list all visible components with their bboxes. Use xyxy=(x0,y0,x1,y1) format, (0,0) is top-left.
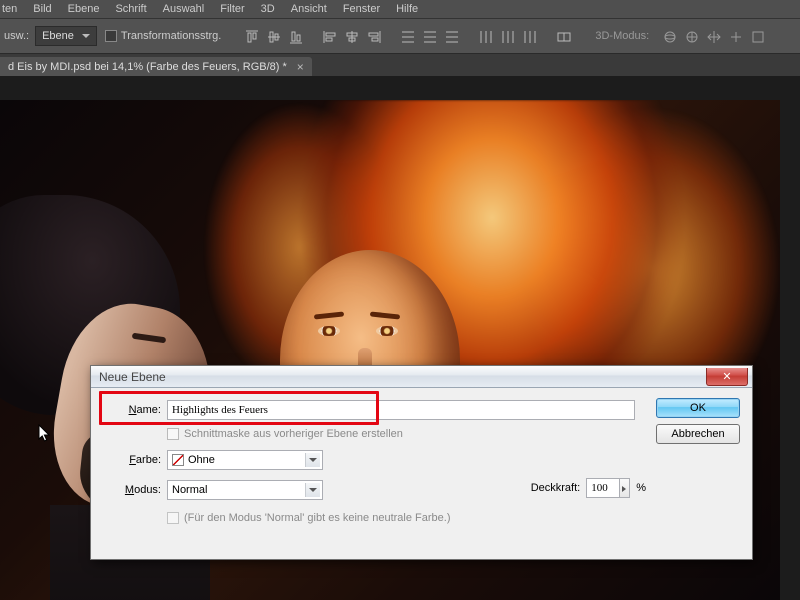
align-group-1 xyxy=(241,26,305,46)
mouse-cursor-icon xyxy=(38,424,52,444)
align-left-icon[interactable] xyxy=(319,26,339,46)
auto-select-dropdown[interactable]: Ebene xyxy=(35,26,97,46)
auto-align-group xyxy=(553,26,573,46)
align-bottom-icon[interactable] xyxy=(285,26,305,46)
distribute-bottom-icon[interactable] xyxy=(441,26,461,46)
photoshop-app: ten Bild Ebene Schrift Auswahl Filter 3D… xyxy=(0,0,800,600)
opacity-flyout-button[interactable] xyxy=(619,478,630,498)
menu-item[interactable]: Auswahl xyxy=(163,3,205,15)
opacity-unit: % xyxy=(636,482,646,494)
options-label: usw.: xyxy=(4,30,29,42)
mode-label: Modus: xyxy=(101,484,161,496)
dropdown-arrow-icon xyxy=(305,483,320,497)
menu-item[interactable]: Filter xyxy=(220,3,244,15)
clipmask-checkbox[interactable] xyxy=(167,428,179,440)
color-value: Ohne xyxy=(188,454,215,466)
distribute-top-icon[interactable] xyxy=(397,26,417,46)
dropdown-arrow-icon xyxy=(305,453,320,467)
name-label: Name: xyxy=(101,404,161,416)
align-top-icon[interactable] xyxy=(241,26,261,46)
menu-item[interactable]: Ebene xyxy=(68,3,100,15)
dialog-body: OK Abbrechen Name: Schnittmaske aus vorh… xyxy=(91,388,752,532)
distribute-group-2 xyxy=(475,26,539,46)
distribute-vcenter-icon[interactable] xyxy=(419,26,439,46)
orbit-icon[interactable] xyxy=(659,26,679,46)
menu-item[interactable]: Ansicht xyxy=(291,3,327,15)
mode3d-group xyxy=(659,26,767,46)
menu-bar: ten Bild Ebene Schrift Auswahl Filter 3D… xyxy=(0,0,800,18)
transform-controls-label: Transformationsstrg. xyxy=(121,30,221,42)
menu-item[interactable]: 3D xyxy=(261,3,275,15)
blendmode-value: Normal xyxy=(172,484,207,496)
opacity-input[interactable] xyxy=(586,478,620,498)
blendmode-dropdown[interactable]: Normal xyxy=(167,480,323,500)
document-tab-title: d Eis by MDI.psd bei 14,1% (Farbe des Fe… xyxy=(8,61,287,73)
dialog-titlebar[interactable]: Neue Ebene ✕ xyxy=(91,366,752,388)
layer-name-input[interactable] xyxy=(167,400,635,420)
options-bar: usw.: Ebene Transformationsstrg. 3D-Modu… xyxy=(0,18,800,54)
dialog-button-column: OK Abbrechen xyxy=(656,398,740,444)
opacity-row: Deckkraft: % xyxy=(531,478,646,498)
close-tab-icon[interactable]: × xyxy=(297,61,304,73)
distribute-group-1 xyxy=(397,26,461,46)
pan-icon[interactable] xyxy=(703,26,723,46)
distribute-hcenter-icon[interactable] xyxy=(497,26,517,46)
color-dropdown[interactable]: Ohne xyxy=(167,450,323,470)
align-vcenter-icon[interactable] xyxy=(263,26,283,46)
cancel-button[interactable]: Abbrechen xyxy=(656,424,740,444)
color-row: Farbe: Ohne xyxy=(101,450,742,470)
dialog-title: Neue Ebene xyxy=(99,370,166,384)
mode3d-label: 3D-Modus: xyxy=(595,30,649,42)
document-tab-bar: d Eis by MDI.psd bei 14,1% (Farbe des Fe… xyxy=(0,54,800,76)
dialog-close-button[interactable]: ✕ xyxy=(706,368,748,386)
transform-controls-checkbox[interactable] xyxy=(105,30,117,42)
clipmask-label: Schnittmaske aus vorheriger Ebene erstel… xyxy=(184,428,403,440)
distribute-right-icon[interactable] xyxy=(519,26,539,46)
new-layer-dialog: Neue Ebene ✕ OK Abbrechen Name: Schnittm… xyxy=(90,365,753,560)
scale-icon[interactable] xyxy=(747,26,767,46)
color-label: Farbe: xyxy=(101,454,161,466)
menu-item[interactable]: Fenster xyxy=(343,3,380,15)
neutral-row: (Für den Modus 'Normal' gibt es keine ne… xyxy=(167,512,742,524)
close-icon: ✕ xyxy=(722,370,731,383)
name-row: Name: xyxy=(101,400,742,420)
neutral-checkbox xyxy=(167,512,179,524)
align-right-icon[interactable] xyxy=(363,26,383,46)
menu-item[interactable]: ten xyxy=(2,3,17,15)
menu-item[interactable]: Schrift xyxy=(115,3,146,15)
menu-item[interactable]: Hilfe xyxy=(396,3,418,15)
opacity-label: Deckkraft: xyxy=(531,482,581,494)
menu-item[interactable]: Bild xyxy=(33,3,51,15)
neutral-label: (Für den Modus 'Normal' gibt es keine ne… xyxy=(184,512,451,524)
ok-button[interactable]: OK xyxy=(656,398,740,418)
none-swatch-icon xyxy=(172,454,184,466)
auto-align-icon[interactable] xyxy=(553,26,573,46)
document-tab[interactable]: d Eis by MDI.psd bei 14,1% (Farbe des Fe… xyxy=(0,57,312,76)
slide-icon[interactable] xyxy=(725,26,745,46)
distribute-left-icon[interactable] xyxy=(475,26,495,46)
roll-icon[interactable] xyxy=(681,26,701,46)
align-hcenter-icon[interactable] xyxy=(341,26,361,46)
align-group-2 xyxy=(319,26,383,46)
